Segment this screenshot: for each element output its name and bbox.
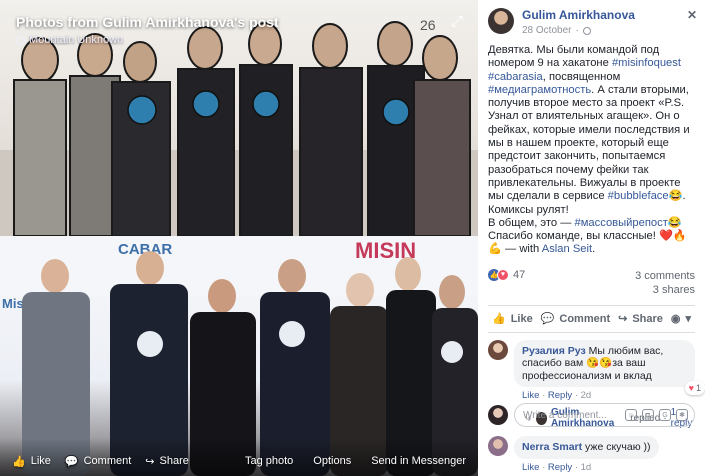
post-date-text[interactable]: 28 October <box>522 25 571 36</box>
comment-bubble: Nerra Smart уже скучаю )) <box>514 436 659 459</box>
hashtag-bubbleface[interactable]: #bubbleface <box>608 190 669 202</box>
comment-bubble: Рузалия Руз Мы любим вас, спасибо вам 😘😘… <box>514 339 705 396</box>
share-icon: ↪ <box>145 455 155 468</box>
comment-button[interactable]: 💬 Comment <box>540 312 611 326</box>
commenter-name[interactable]: Nerra Smart <box>522 441 582 453</box>
photo-theater: 26 Photos from Gulim Amirkhanova's post … <box>0 0 705 476</box>
share-button[interactable]: ↪ Share <box>618 312 663 326</box>
comment-reaction-count: 1 <box>695 382 701 393</box>
comment-meta: Like · Reply · 1d <box>522 461 592 473</box>
reaction-count[interactable]: 47 <box>513 269 525 281</box>
comment-meta: Like · Reply · 2d <box>522 390 592 402</box>
post-action-bar: 👍 Like 💬 Comment ↪ Share ◉ ▾ <box>488 304 695 333</box>
comment-time[interactable]: 2d <box>581 390 592 401</box>
author-avatar[interactable] <box>488 8 514 34</box>
camera-icon[interactable]: ◘ <box>642 409 654 421</box>
comment-icon: 💬 <box>64 455 79 468</box>
chevron-down-icon: ▾ <box>685 313 691 326</box>
viewer-avatar <box>488 405 508 425</box>
viewer-share-label: Share <box>159 455 189 467</box>
close-icon[interactable]: ✕ <box>687 8 697 22</box>
tag-photo-link[interactable]: Tag photo <box>245 455 293 467</box>
post-text-segment: 😂 <box>667 216 682 229</box>
love-reaction-icon: ♥ <box>688 382 694 393</box>
viewer-comment-button[interactable]: 💬 Comment <box>65 455 131 468</box>
comment-like-link[interactable]: Like <box>522 390 539 401</box>
post-text-segment: . А стали вторыми, получив второе место … <box>488 83 690 203</box>
comment-composer: Write a comment... ☺ ◘ G ✱ <box>478 403 705 427</box>
post-text-segment: В общем, это — <box>488 216 575 229</box>
globe-icon: ◉ <box>670 313 681 326</box>
send-in-messenger-link[interactable]: Send in Messenger <box>371 455 466 467</box>
share-icon: ↪ <box>618 313 628 326</box>
photo-viewer[interactable]: 26 Photos from Gulim Amirkhanova's post … <box>0 0 478 476</box>
options-link[interactable]: Options <box>313 455 351 467</box>
comment-input[interactable]: Write a comment... ☺ ◘ G ✱ <box>514 403 695 427</box>
gif-icon[interactable]: G <box>659 409 671 421</box>
viewer-action-bar: 👍 Like 💬 Comment ↪ Share Tag photo Optio… <box>0 438 478 476</box>
comment-item: Nerra Smart уже скучаю )) Like · Reply ·… <box>478 429 705 473</box>
like-label: Like <box>510 312 533 325</box>
viewer-comment-label: Comment <box>83 455 132 467</box>
banner-text-top: 26 <box>420 17 436 33</box>
hashtag-mediagramotnost[interactable]: #медиаграмотность <box>488 84 591 96</box>
hashtag-cabarasia[interactable]: #cabarasia <box>488 71 543 83</box>
comment-like-link[interactable]: Like <box>522 462 539 473</box>
share-label: Share <box>632 312 663 325</box>
viewer-like-button[interactable]: 👍 Like <box>12 455 51 468</box>
love-reaction-icon: ♥ <box>497 268 509 281</box>
comment-label: Comment <box>559 312 611 325</box>
viewer-subtitle-text: Mountain Unknown <box>29 34 124 46</box>
audience-selector[interactable]: ◉ ▾ <box>671 312 691 325</box>
commenter-avatar[interactable] <box>488 436 508 457</box>
comment-reply-link[interactable]: Reply <box>548 462 572 473</box>
comment-reaction-badge[interactable]: ♥ 1 <box>684 380 705 396</box>
comment-time[interactable]: 1d <box>581 462 592 473</box>
thumbs-up-icon: 👍 <box>492 313 506 326</box>
viewer-share-button[interactable]: ↪ Share <box>145 455 189 468</box>
viewer-subtitle: Mountain Unknown <box>16 34 123 46</box>
thumbs-up-icon: 👍 <box>12 455 26 468</box>
hashtag-massovyirepost[interactable]: #массовыйрепост <box>575 217 668 229</box>
comment-icon: 💬 <box>540 313 555 326</box>
like-button[interactable]: 👍 Like <box>492 312 533 326</box>
post-date: 28 October · <box>522 25 635 36</box>
comment-reply-link[interactable]: Reply <box>548 390 572 401</box>
post-panel: Gulim Amirkhanova 28 October · ✕ Девятка… <box>478 0 705 476</box>
comment-input-placeholder: Write a comment... <box>523 409 607 421</box>
globe-icon <box>16 35 25 45</box>
viewer-title: Photos from Gulim Amirkhanova's post <box>16 14 279 30</box>
viewer-like-label: Like <box>30 455 51 467</box>
shares-count[interactable]: 3 shares <box>635 283 695 297</box>
photo-comic-group: 26 Photos from Gulim Amirkhanova's post … <box>0 0 478 236</box>
hashtag-misinfoquest[interactable]: #misinfoquest <box>612 57 681 69</box>
author-name[interactable]: Gulim Amirkhanova <box>522 8 635 22</box>
commenter-name[interactable]: Рузалия Руз <box>522 345 586 357</box>
post-text-segment: , посвященном <box>542 70 621 83</box>
expand-icon[interactable]: ⤢ <box>446 10 468 32</box>
globe-icon <box>582 26 591 35</box>
comment-text: уже скучаю )) <box>585 441 651 454</box>
comments-count[interactable]: 3 comments <box>635 269 695 283</box>
sticker-icon[interactable]: ✱ <box>676 409 688 421</box>
post-text-segment: . <box>592 243 596 256</box>
tagged-user-link[interactable]: Aslan Seit <box>542 243 592 255</box>
emoji-icon[interactable]: ☺ <box>625 409 637 421</box>
post-body: Девятка. Мы были командой под номером 9 … <box>478 44 705 257</box>
post-header: Gulim Amirkhanova 28 October · ✕ <box>478 0 705 44</box>
commenter-avatar[interactable] <box>488 339 508 360</box>
reactions-row: 👍 ♥ 47 3 comments 3 shares <box>478 268 705 297</box>
